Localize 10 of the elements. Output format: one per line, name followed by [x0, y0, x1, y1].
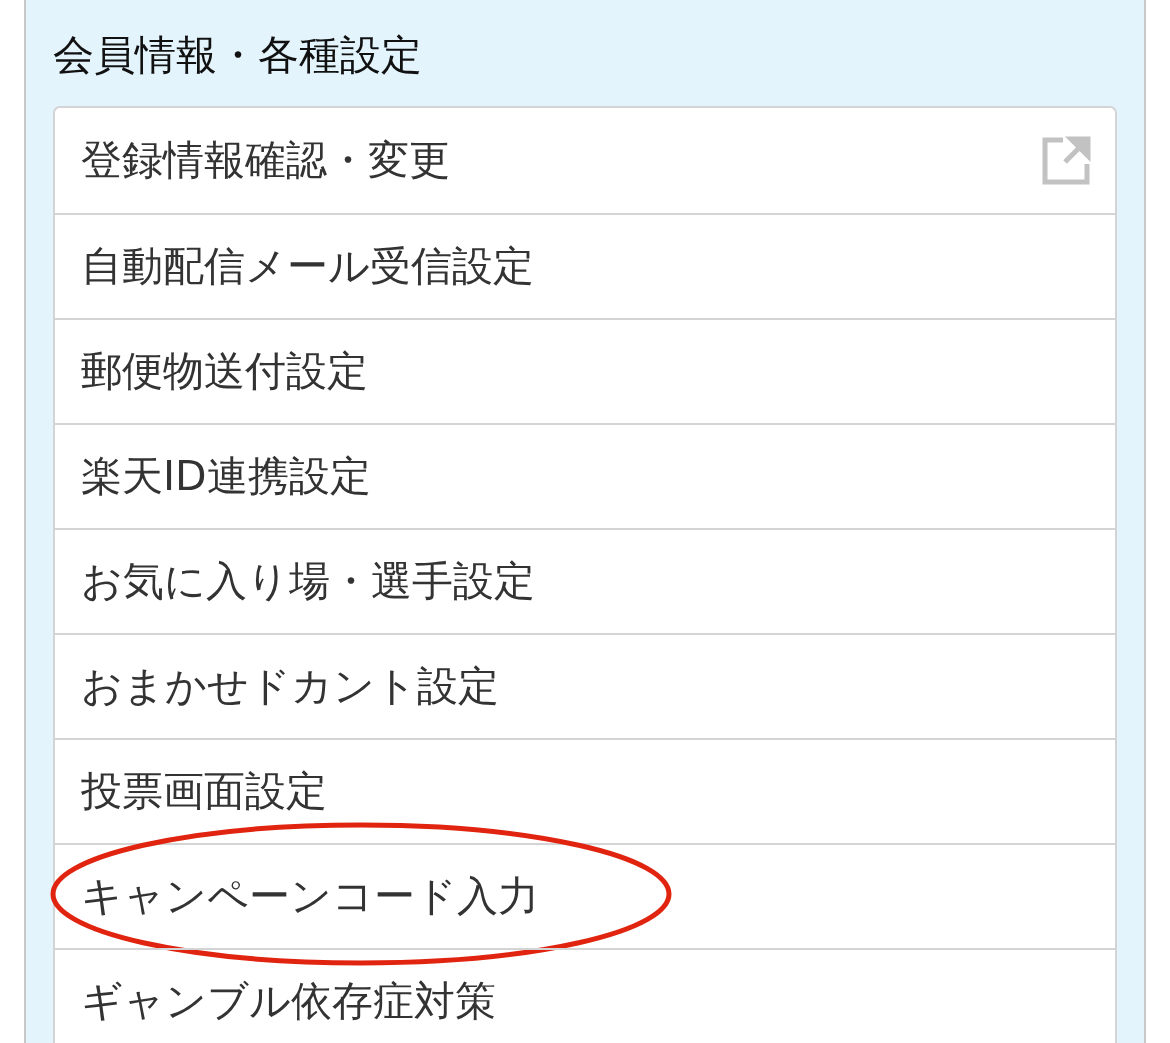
menu-item[interactable]: おまかせドカント設定 — [55, 633, 1115, 738]
menu-item[interactable]: 登録情報確認・変更 — [55, 108, 1115, 213]
menu-item[interactable]: お気に入り場・選手設定 — [55, 528, 1115, 633]
menu-item[interactable]: キャンペーンコード入力 — [55, 843, 1115, 948]
menu-item[interactable]: ギャンブル依存症対策 — [55, 948, 1115, 1043]
menu-item[interactable]: 郵便物送付設定 — [55, 318, 1115, 423]
menu-item[interactable]: 楽天ID連携設定 — [55, 423, 1115, 528]
menu-item[interactable]: 投票画面設定 — [55, 738, 1115, 843]
menu-item[interactable]: 自動配信メール受信設定 — [55, 213, 1115, 318]
section-title: 会員情報・各種設定 — [53, 30, 423, 81]
